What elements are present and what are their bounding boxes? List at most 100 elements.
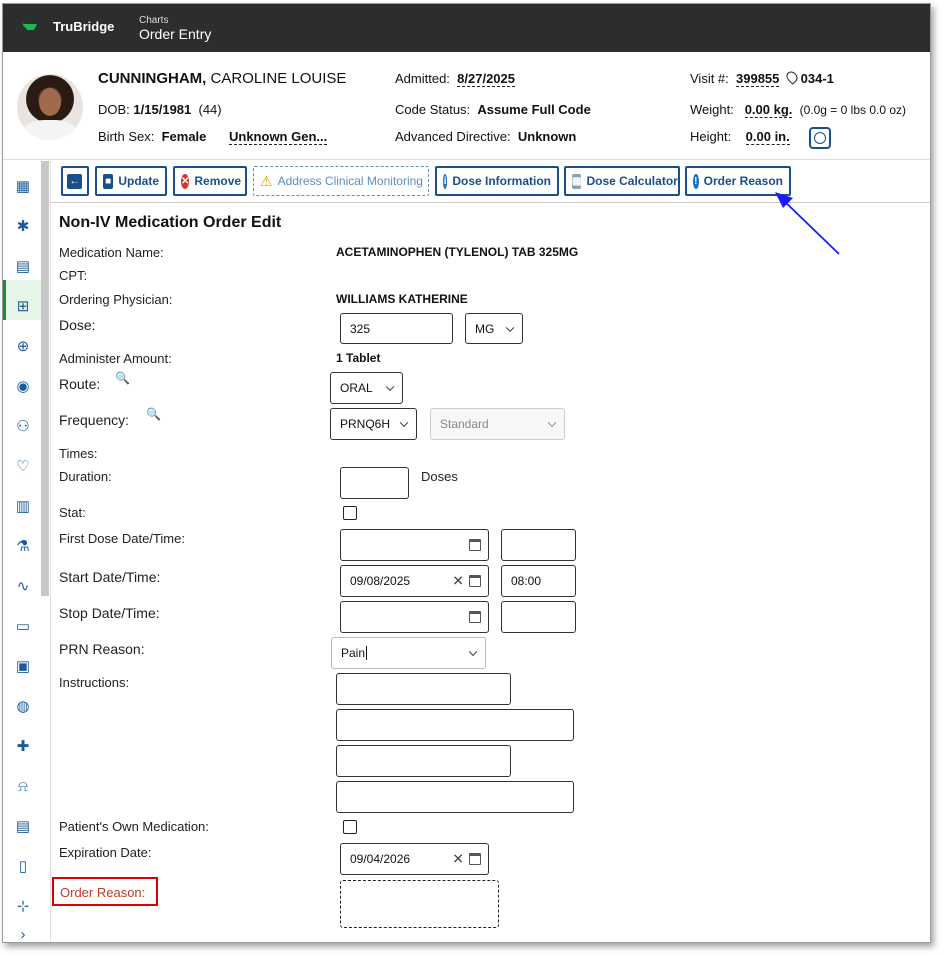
- stop-time-input[interactable]: [501, 601, 576, 633]
- calendar-icon[interactable]: [469, 575, 481, 587]
- patient-birth-sex: Birth Sex: Female: [98, 129, 207, 144]
- capsule-check-icon[interactable]: ✚: [13, 737, 33, 757]
- calculator-icon: ▦: [572, 173, 582, 189]
- plus-clock-icon[interactable]: ⊕: [13, 337, 33, 357]
- stat-checkbox[interactable]: [343, 506, 357, 520]
- stop-label: Stop Date/Time:: [59, 605, 160, 621]
- dashboard-icon[interactable]: ▦: [13, 177, 33, 197]
- prn-reason-select[interactable]: Pain: [331, 637, 486, 669]
- height-info: Height: 0.00 in.: [690, 129, 790, 145]
- pulse-icon[interactable]: ∿: [13, 577, 33, 597]
- own-medication-checkbox[interactable]: [343, 820, 357, 834]
- frequency-type-select[interactable]: Standard: [430, 408, 565, 440]
- vitals-icon[interactable]: ♡: [13, 457, 33, 477]
- top-bar: TruBridge Charts Order Entry: [3, 4, 930, 52]
- sidebar-scrollbar[interactable]: [41, 161, 49, 596]
- ordering-physician-value: WILLIAMS KATHERINE: [336, 292, 468, 306]
- dose-label: Dose:: [59, 317, 96, 333]
- instructions-line-1[interactable]: [336, 673, 511, 705]
- first-dose-time-input[interactable]: [501, 529, 576, 561]
- chevron-right-icon[interactable]: ›: [13, 925, 33, 942]
- duration-input[interactable]: [340, 467, 409, 499]
- patient-name: CUNNINGHAM, CAROLINE LOUISE: [98, 70, 347, 87]
- calendar-icon[interactable]: [469, 611, 481, 623]
- order-reason-label: Order Reason:: [52, 877, 158, 906]
- flask-icon[interactable]: ⚗: [13, 537, 33, 557]
- first-dose-date-input[interactable]: [340, 529, 489, 561]
- medication-name-value: ACETAMINOPHEN (TYLENOL) TAB 325MG: [336, 245, 579, 259]
- medication-name-label: Medication Name:: [59, 245, 164, 260]
- report-icon[interactable]: ▤: [13, 817, 33, 837]
- route-select[interactable]: ORAL: [330, 372, 403, 404]
- bed-icon[interactable]: ▭: [13, 617, 33, 637]
- dose-unit-select[interactable]: MG: [465, 313, 523, 344]
- remove-button[interactable]: ✕ Remove: [173, 166, 247, 196]
- clear-icon[interactable]: ✕: [452, 851, 464, 868]
- expiration-date-label: Expiration Date:: [59, 845, 152, 860]
- frequency-label: Frequency:: [59, 412, 130, 428]
- instructions-line-2[interactable]: [336, 709, 574, 741]
- own-medication-label: Patient's Own Medication:: [59, 819, 209, 834]
- address-clinical-monitoring-button[interactable]: ⚠ Address Clinical Monitoring: [253, 166, 429, 196]
- document-icon[interactable]: ▤: [13, 257, 33, 277]
- app-window: TruBridge Charts Order Entry CUNNINGHAM,…: [2, 3, 931, 943]
- update-button[interactable]: ■ Update: [95, 166, 167, 196]
- dose-information-button[interactable]: i Dose Information: [435, 166, 559, 196]
- back-button[interactable]: ←: [61, 166, 89, 196]
- page-title: Order Entry: [139, 26, 212, 42]
- frequency-search-icon[interactable]: 🔍: [146, 407, 161, 421]
- annotation-arrow: [775, 192, 840, 255]
- clear-icon[interactable]: ✕: [452, 573, 464, 590]
- start-label: Start Date/Time:: [59, 569, 161, 585]
- stat-label: Stat:: [59, 505, 86, 520]
- instructions-label: Instructions:: [59, 675, 130, 690]
- instructions-line-3[interactable]: [336, 745, 511, 777]
- patient-avatar: [17, 74, 83, 140]
- alarm-icon[interactable]: ⍾: [13, 777, 33, 797]
- weight-info: Weight: 0.00 kg. (0.0g = 0 lbs 0.0 oz): [690, 102, 907, 118]
- hierarchy-icon[interactable]: ⊹: [13, 897, 33, 917]
- save-icon: ■: [103, 173, 114, 189]
- attachment-icon[interactable]: ▯: [13, 857, 33, 877]
- monitor-plus-icon[interactable]: ⊞: [13, 297, 33, 317]
- start-time-input[interactable]: 08:00: [501, 565, 576, 597]
- pharmacy-icon[interactable]: ▣: [13, 657, 33, 677]
- expiration-date-input[interactable]: 09/04/2026 ✕: [340, 843, 489, 875]
- administer-amount-label: Administer Amount:: [59, 351, 172, 366]
- advanced-directive-info: Advanced Directive: Unknown: [395, 129, 577, 144]
- people-icon[interactable]: ⚇: [13, 417, 33, 437]
- calendar-icon[interactable]: [469, 539, 481, 551]
- star-of-life-icon[interactable]: ✱: [13, 217, 33, 237]
- remove-icon: ✕: [181, 173, 190, 189]
- duration-label: Duration:: [59, 469, 112, 484]
- instructions-line-4[interactable]: [336, 781, 574, 813]
- route-label: Route:: [59, 376, 101, 392]
- dose-input[interactable]: 325: [340, 313, 453, 344]
- trubridge-logo: [23, 23, 37, 31]
- dose-calculator-button[interactable]: ▦ Dose Calculator: [564, 166, 680, 196]
- frequency-select[interactable]: PRNQ6H: [330, 408, 417, 440]
- prn-reason-label: PRN Reason:: [59, 641, 145, 657]
- location-pin-icon: [783, 69, 800, 85]
- visit-info: Visit #: 399855 034-1: [690, 69, 834, 87]
- calendar-icon[interactable]: [469, 853, 481, 865]
- patient-dob: DOB: 1/15/1981 (44): [98, 102, 222, 117]
- measurement-clock-icon[interactable]: [809, 127, 831, 149]
- times-label: Times:: [59, 446, 98, 461]
- administer-amount-value: 1 Tablet: [336, 351, 381, 365]
- route-search-icon[interactable]: 🔍: [115, 371, 130, 385]
- order-reason-icon: !: [693, 173, 699, 189]
- info-icon: i: [443, 173, 448, 189]
- admitted-info: Admitted: 8/27/2025: [395, 71, 515, 87]
- care-team-icon[interactable]: ◉: [13, 377, 33, 397]
- order-reason-input[interactable]: [340, 880, 499, 928]
- stop-date-input[interactable]: [340, 601, 489, 633]
- start-date-input[interactable]: 09/08/2025 ✕: [340, 565, 489, 597]
- duration-unit-label: Doses: [421, 469, 458, 484]
- notes-icon[interactable]: ▥: [13, 497, 33, 517]
- brand-name: TruBridge: [53, 19, 115, 34]
- patient-gender[interactable]: Unknown Gen...: [229, 129, 328, 145]
- form-title: Non-IV Medication Order Edit: [59, 214, 282, 231]
- globe-icon[interactable]: ◍: [13, 697, 33, 717]
- breadcrumb-parent[interactable]: Charts: [139, 15, 168, 26]
